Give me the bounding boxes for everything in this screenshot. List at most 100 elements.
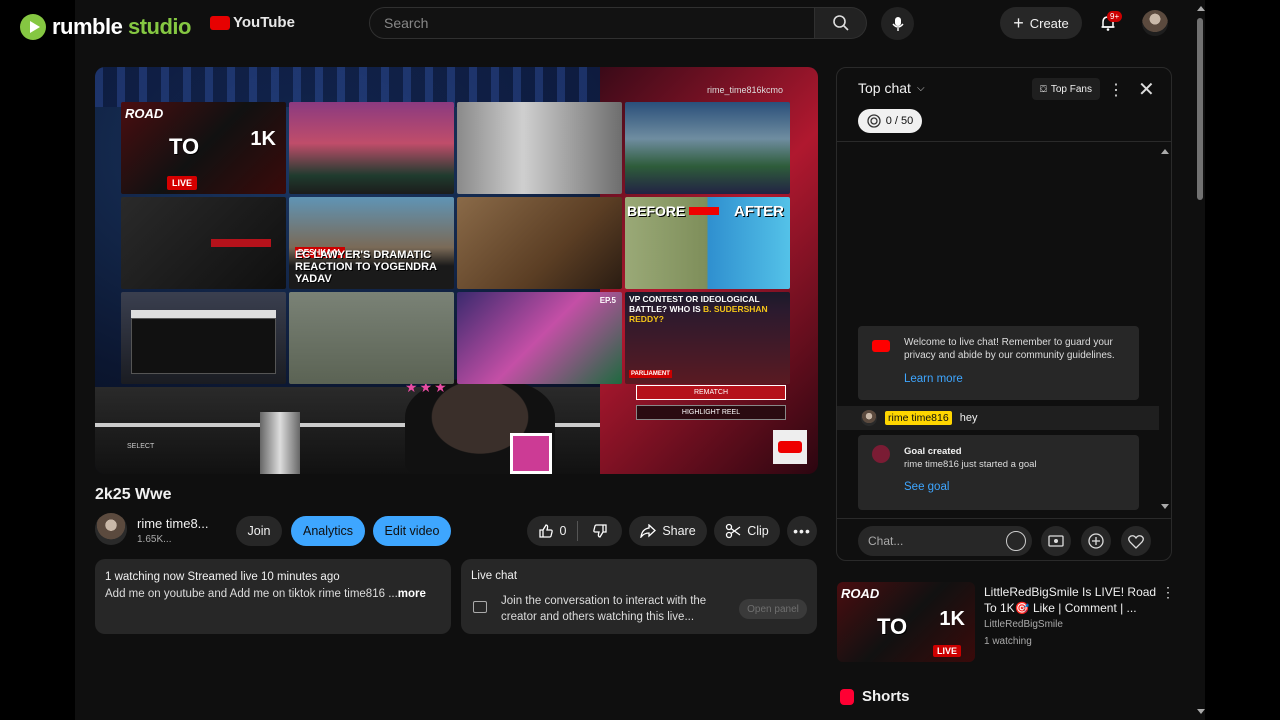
learn-more-link[interactable]: Learn more xyxy=(904,373,963,385)
join-button[interactable]: Join xyxy=(236,516,282,546)
voice-search-button[interactable] xyxy=(881,7,914,40)
thumbnail-tile xyxy=(289,292,454,384)
chat-more-icon[interactable]: ⋮ xyxy=(1108,80,1124,100)
tile-1k-text: 1K xyxy=(250,128,276,150)
page-scrollbar[interactable] xyxy=(1194,0,1205,720)
youtube-logo[interactable]: YouTube xyxy=(210,14,295,31)
video-player[interactable]: ★★★ rime_time816kcmo ROAD TO 1K LIVE DES… xyxy=(95,67,818,474)
description-box[interactable]: 1 watching now Streamed live 10 minutes … xyxy=(95,559,451,634)
thumbnail-tile: VP CONTEST OR IDEOLOGICAL BATTLE? WHO IS… xyxy=(625,292,790,384)
target-icon xyxy=(867,114,881,128)
recommendation-watching: 1 watching xyxy=(984,636,1032,647)
more-actions-button[interactable]: ••• xyxy=(787,516,817,546)
thumbnail-tile xyxy=(625,102,790,194)
chat-footer: Chat... xyxy=(837,518,1171,560)
live-badge: LIVE xyxy=(933,645,962,657)
analytics-button[interactable]: Analytics xyxy=(291,516,365,546)
clip-button[interactable]: Clip xyxy=(714,516,780,546)
account-avatar[interactable] xyxy=(1142,10,1168,36)
select-hint: SELECT xyxy=(127,443,155,450)
super-chat-button[interactable] xyxy=(1041,526,1071,556)
live-chat-card-text: Join the conversation to interact with t… xyxy=(501,595,707,623)
channel-name[interactable]: rime time8... xyxy=(137,516,219,531)
thumbnail-tile: ROAD TO 1K LIVE xyxy=(121,102,286,194)
rumble-studio-watermark: rumble studio xyxy=(20,14,191,40)
close-icon[interactable]: ✕ xyxy=(1138,77,1155,102)
scroll-down-arrow[interactable] xyxy=(1197,709,1205,714)
open-panel-button[interactable]: Open panel xyxy=(739,599,807,619)
chat-scroll-down-arrow[interactable] xyxy=(1161,504,1169,509)
rematch-button: REMATCH xyxy=(636,385,786,400)
message-author[interactable]: rime time816 xyxy=(885,411,952,425)
create-label: Create xyxy=(1029,15,1069,31)
overlay-channel-tag: rime_time816kcmo xyxy=(707,85,784,95)
dislike-button[interactable] xyxy=(578,516,622,546)
chat-scroll-up-arrow[interactable] xyxy=(1161,149,1169,154)
rumble-logo-icon xyxy=(20,14,46,40)
see-goal-link[interactable]: See goal xyxy=(904,481,949,493)
top-fans-button[interactable]: ⛋ Top Fans xyxy=(1032,78,1100,100)
watermark-suffix: studio xyxy=(127,14,192,39)
message-avatar xyxy=(861,410,877,426)
scroll-thumb[interactable] xyxy=(1197,18,1203,200)
tile-episode-label: EP.5 xyxy=(599,296,616,305)
search-box[interactable] xyxy=(369,7,815,39)
thumbnail-tile xyxy=(457,102,622,194)
tile-lawyer-caption: EC LAWYER'S DRAMATIC REACTION TO YOGENDR… xyxy=(295,249,437,285)
youtube-play-icon xyxy=(210,15,230,30)
plus-icon: + xyxy=(1013,13,1024,33)
chevron-down-icon: ⌵ xyxy=(916,82,925,94)
goal-progress-chip[interactable]: 0 / 50 xyxy=(858,109,922,133)
youtube-watch-page: YouTube + Create 9+ ★★★ rime_time816kcmo… xyxy=(75,0,1205,720)
scroll-up-arrow[interactable] xyxy=(1197,6,1205,11)
subscriber-count: 1.65K... xyxy=(137,534,172,545)
search-icon xyxy=(832,15,849,31)
create-button[interactable]: + Create xyxy=(1000,7,1082,39)
watermark-brand: rumble xyxy=(52,14,123,39)
chat-header: Top chat ⌵ ⛋ Top Fans ⋮ ✕ 0 / 50 xyxy=(837,68,1171,142)
shorts-label: Shorts xyxy=(862,688,910,705)
goal-progress-text: 0 / 50 xyxy=(885,115,914,127)
search-input[interactable] xyxy=(384,15,814,31)
top-fans-label: Top Fans xyxy=(1050,83,1092,95)
share-button[interactable]: Share xyxy=(629,516,707,546)
description-text: Add me on youtube and Add me on tiktok r… xyxy=(105,588,426,600)
more-horizontal-icon: ••• xyxy=(793,523,811,539)
share-label: Share xyxy=(662,524,696,538)
live-chat-card-title: Live chat xyxy=(471,570,518,582)
welcome-message: Welcome to live chat! Remember to guard … xyxy=(858,326,1139,400)
recommendation-channel[interactable]: LittleRedBigSmile xyxy=(984,619,1063,630)
stage-lights xyxy=(95,67,600,107)
like-dislike-group: 0 xyxy=(527,516,622,546)
arrow-right-icon xyxy=(689,207,719,215)
chat-message[interactable]: rime time816 hey xyxy=(837,406,1159,430)
recommendation-more-icon[interactable]: ⋮ xyxy=(1161,584,1175,601)
shorts-icon xyxy=(840,688,854,705)
rec-thumb-1k: 1K xyxy=(939,608,965,630)
tile-before-text: BEFORE xyxy=(627,203,686,219)
edit-video-button[interactable]: Edit video xyxy=(373,516,451,546)
thumbs-down-icon xyxy=(593,524,607,538)
channel-avatar[interactable] xyxy=(95,513,127,545)
heart-button[interactable] xyxy=(1121,526,1151,556)
search-button[interactable] xyxy=(815,7,867,39)
share-icon xyxy=(640,524,657,538)
chat-mode-dropdown[interactable]: Top chat ⌵ xyxy=(858,80,925,96)
add-button[interactable] xyxy=(1081,526,1111,556)
video-title: 2k25 Wwe xyxy=(95,486,172,503)
goal-avatar xyxy=(872,445,890,463)
show-more-link[interactable]: more xyxy=(398,588,426,600)
like-button[interactable]: 0 xyxy=(527,516,577,546)
live-chat-card: Live chat Join the conversation to inter… xyxy=(461,559,817,634)
tile-after-text: AFTER xyxy=(734,203,784,220)
rec-thumb-road: ROAD xyxy=(841,586,880,601)
youtube-logo-text: YouTube xyxy=(233,14,295,31)
thumbnail-tile xyxy=(457,197,622,289)
emoji-icon[interactable] xyxy=(1006,531,1026,551)
tile-live-badge: LIVE xyxy=(167,176,198,190)
youtube-icon xyxy=(872,340,890,352)
microphone-icon xyxy=(891,16,904,31)
tile-parliament-label: PARLIAMENT xyxy=(629,370,672,378)
recommendation-title[interactable]: LittleRedBigSmile Is LIVE! Road To 1K🎯 L… xyxy=(984,584,1164,616)
goal-title: Goal created xyxy=(904,446,962,457)
